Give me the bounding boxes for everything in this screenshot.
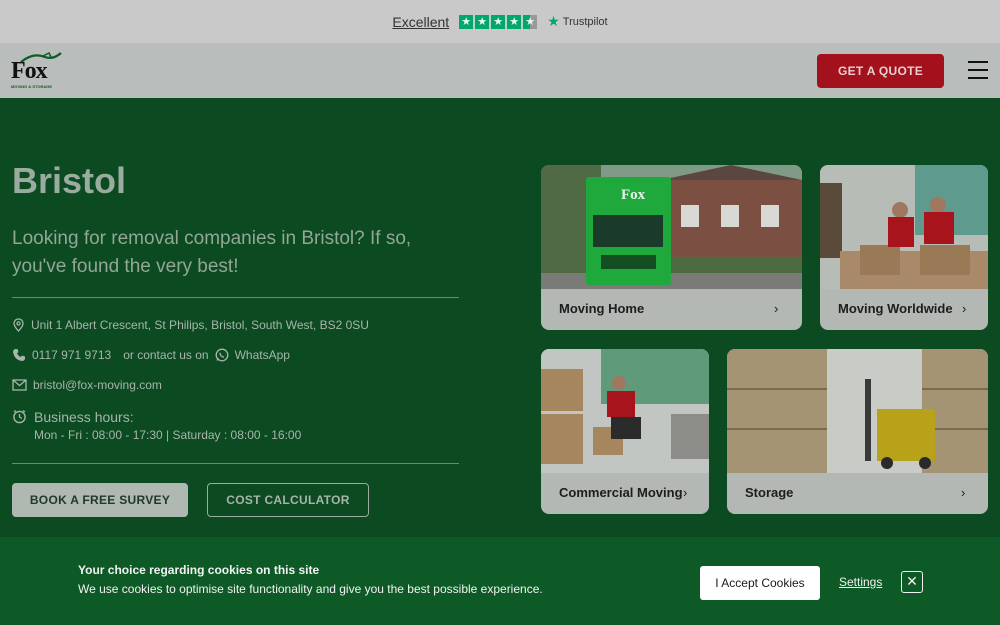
storage-photo (727, 349, 988, 473)
svg-text:Fox: Fox (621, 187, 646, 203)
cost-calculator-button[interactable]: COST CALCULATOR (207, 483, 369, 517)
fox-logo[interactable]: Fox MOVING & STORAGE (11, 52, 62, 92)
email-icon (12, 379, 27, 391)
chevron-right-icon: › (962, 301, 967, 316)
star-icon: ★ (475, 14, 490, 29)
moving-home-photo: Fox (541, 165, 802, 289)
close-icon[interactable]: ✕ (901, 571, 923, 593)
commercial-moving-photo (541, 349, 709, 473)
location-pin-icon (13, 318, 24, 332)
hero-subtitle: Looking for removal companies in Bristol… (12, 228, 412, 277)
clock-icon (13, 409, 26, 424)
menu-line (968, 69, 988, 71)
star-icon: ★ (491, 14, 506, 29)
menu-line (968, 77, 988, 79)
phone-icon (13, 349, 25, 361)
logo-tagline: MOVING & STORAGE (11, 84, 53, 89)
half-star-icon: ★ (523, 14, 538, 29)
service-card-moving-home[interactable]: Fox Moving Home › (541, 165, 802, 330)
cookie-settings-link[interactable]: Settings (839, 575, 882, 589)
service-card-moving-worldwide[interactable]: Moving Worldwide › (820, 165, 988, 330)
service-card-label: Moving Home (559, 301, 645, 316)
page-title: Bristol (12, 160, 127, 201)
service-card-label: Storage (745, 485, 794, 500)
star-icon: ★ (459, 14, 474, 29)
hamburger-menu-icon[interactable] (968, 61, 988, 79)
divider (12, 463, 459, 464)
trustpilot-star-icon: ★ (547, 13, 560, 29)
address-row: Unit 1 Albert Crescent, St Philips, Bris… (12, 318, 369, 332)
star-icon: ★ (507, 14, 522, 29)
whatsapp-icon (215, 348, 229, 362)
service-card-label: Moving Worldwide (838, 301, 953, 316)
phone-link[interactable]: 0117 971 9713 (32, 348, 111, 362)
cookie-title: Your choice regarding cookies on this si… (78, 563, 320, 577)
trustpilot-logo[interactable]: ★ Trustpilot (547, 13, 607, 30)
logo-wordmark: Fox (11, 58, 48, 84)
whatsapp-link[interactable]: WhatsApp (235, 348, 290, 362)
contact-row: 0117 971 9713 or contact us on WhatsApp (12, 348, 290, 362)
business-hours-text: Mon - Fri : 08:00 - 17:30 | Saturday : 0… (34, 428, 302, 442)
chevron-right-icon: › (774, 301, 779, 316)
menu-line (968, 61, 988, 63)
service-card-label: Commercial Moving (559, 485, 683, 500)
moving-worldwide-photo (820, 165, 988, 289)
divider (12, 297, 459, 298)
chevron-right-icon: › (961, 485, 966, 500)
trustpilot-stars: ★ ★ ★ ★ ★ (459, 14, 538, 29)
accept-cookies-button[interactable]: I Accept Cookies (700, 566, 820, 600)
trustpilot-rating-text[interactable]: Excellent (392, 14, 449, 30)
trustpilot-brand: Trustpilot (562, 15, 608, 28)
business-hours-title: Business hours: (34, 409, 134, 425)
email-link[interactable]: bristol@fox-moving.com (33, 378, 162, 392)
trustpilot-bar[interactable]: Excellent ★ ★ ★ ★ ★ ★ Trustpilot (0, 0, 1000, 43)
address-text: Unit 1 Albert Crescent, St Philips, Bris… (31, 318, 369, 332)
service-card-commercial-moving[interactable]: Commercial Moving › (541, 349, 709, 514)
chevron-right-icon: › (683, 485, 688, 500)
get-a-quote-button[interactable]: GET A QUOTE (817, 54, 944, 88)
cookie-text: We use cookies to optimise site function… (78, 582, 543, 596)
cookie-banner: Your choice regarding cookies on this si… (0, 537, 1000, 625)
book-free-survey-button[interactable]: BOOK A FREE SURVEY (12, 483, 188, 517)
site-header: Fox MOVING & STORAGE GET A QUOTE (0, 43, 1000, 98)
email-row: bristol@fox-moving.com (12, 378, 162, 392)
contact-or-text: or contact us on (123, 348, 209, 362)
service-card-storage[interactable]: Storage › (727, 349, 988, 514)
